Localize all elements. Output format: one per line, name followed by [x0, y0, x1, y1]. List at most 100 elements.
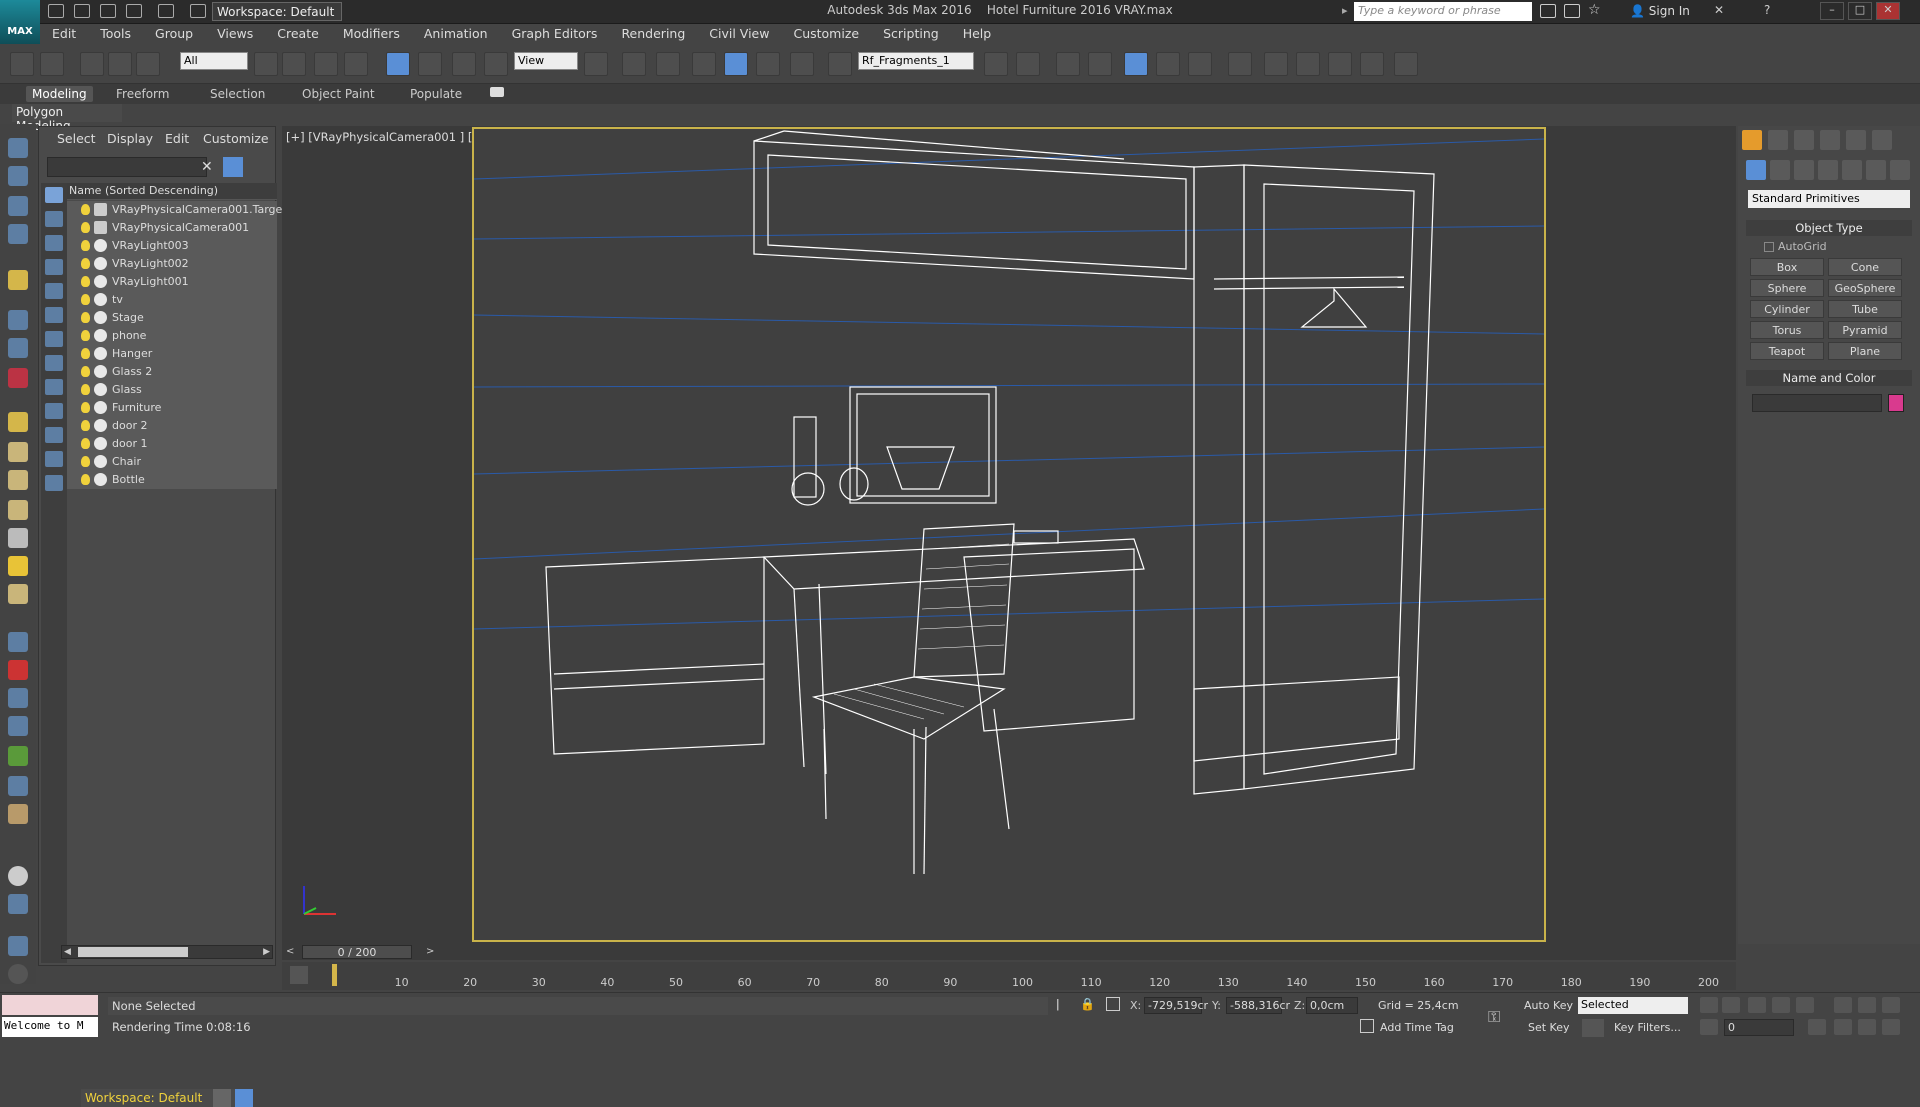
- scene-explorer-toggle-icon[interactable]: [235, 1089, 253, 1107]
- new-file-icon[interactable]: [48, 4, 64, 18]
- ribbon-panel-polygon-modeling[interactable]: Polygon Modeling: [12, 104, 122, 133]
- minimize-button[interactable]: –: [1820, 2, 1844, 20]
- ribbon-options-icon[interactable]: [490, 87, 504, 97]
- key-filters-button[interactable]: Key Filters...: [1614, 1021, 1681, 1034]
- hair-icon[interactable]: [8, 776, 28, 796]
- explorer-menu-edit[interactable]: Edit: [165, 131, 189, 146]
- display-spacewarps-icon[interactable]: [45, 331, 63, 347]
- system-icon[interactable]: [8, 368, 28, 388]
- next-frame-icon[interactable]: >: [426, 946, 434, 957]
- isolate-icon[interactable]: ǀ: [1056, 997, 1060, 1011]
- lock-selection-icon[interactable]: 🔒: [1080, 997, 1095, 1011]
- display-lights-icon[interactable]: [45, 259, 63, 275]
- render-iterative-icon[interactable]: [1360, 52, 1384, 76]
- prev-frame-icon[interactable]: <: [286, 946, 294, 957]
- z-coordinate-field[interactable]: 0,0cm: [1306, 997, 1358, 1014]
- sphere-primitive-icon[interactable]: [8, 866, 28, 886]
- explorer-row[interactable]: VRayLight002: [67, 255, 277, 273]
- explorer-row[interactable]: Glass 2: [67, 363, 277, 381]
- y-coordinate-field[interactable]: -588,316cr: [1226, 997, 1290, 1014]
- explorer-row[interactable]: tv: [67, 291, 277, 309]
- rendered-frame-icon[interactable]: [1296, 52, 1320, 76]
- explorer-row[interactable]: VRayPhysicalCamera001: [67, 219, 277, 237]
- scene-explorer-icon[interactable]: [1124, 52, 1148, 76]
- search-input[interactable]: Type a keyword or phrase: [1354, 2, 1532, 21]
- menu-scripting[interactable]: Scripting: [871, 24, 951, 43]
- ref-coord-select[interactable]: View: [514, 52, 578, 70]
- visibility-bulb-icon[interactable]: [81, 366, 90, 377]
- auto-key-button[interactable]: Auto Key: [1524, 999, 1573, 1012]
- snaps-toggle-icon[interactable]: [692, 52, 716, 76]
- visibility-bulb-icon[interactable]: [81, 294, 90, 305]
- shapes-icon[interactable]: [1770, 160, 1790, 180]
- explorer-row[interactable]: Bottle: [67, 471, 277, 489]
- set-key-button[interactable]: Set Key: [1528, 1021, 1570, 1034]
- scale-icon[interactable]: [452, 52, 476, 76]
- teapot-button[interactable]: Teapot: [1750, 342, 1824, 360]
- explorer-menu-customize[interactable]: Customize: [203, 131, 269, 146]
- display-geometry-icon[interactable]: [45, 211, 63, 227]
- time-slider-handle[interactable]: 0 / 200: [302, 945, 412, 959]
- time-config-icon[interactable]: [1808, 1019, 1826, 1035]
- select-manipulate-icon[interactable]: [622, 52, 646, 76]
- light-icon[interactable]: [8, 270, 28, 290]
- explorer-column-header[interactable]: Name (Sorted Descending): [67, 183, 277, 200]
- geometry-icon[interactable]: [1746, 160, 1766, 180]
- autogrid-checkbox[interactable]: [1764, 242, 1774, 252]
- angle-snap-icon[interactable]: [724, 52, 748, 76]
- pivot-center-icon[interactable]: [584, 52, 608, 76]
- cone-icon[interactable]: [8, 528, 28, 548]
- ribbon-tab-object-paint[interactable]: Object Paint: [296, 86, 381, 102]
- orbit-icon[interactable]: [1882, 997, 1900, 1013]
- teapot-icon[interactable]: [8, 500, 28, 520]
- modify-tab-icon[interactable]: [1768, 130, 1788, 150]
- plane-button[interactable]: Plane: [1828, 342, 1902, 360]
- systems-icon[interactable]: [1890, 160, 1910, 180]
- explorer-row[interactable]: Furniture: [67, 399, 277, 417]
- explorer-row[interactable]: VRayLight003: [67, 237, 277, 255]
- sign-in-button[interactable]: 👤 Sign In: [1630, 4, 1690, 18]
- maxscript-output[interactable]: Welcome to M: [2, 1017, 98, 1037]
- layer-icon[interactable]: [8, 196, 28, 216]
- select-by-name-icon[interactable]: [282, 52, 306, 76]
- prev-key-icon[interactable]: [1722, 997, 1740, 1013]
- fov-icon[interactable]: [1834, 1019, 1852, 1035]
- select-object-icon[interactable]: [254, 52, 278, 76]
- align-icon[interactable]: [1016, 52, 1040, 76]
- next-key-icon[interactable]: [1772, 997, 1790, 1013]
- name-and-color-rollout[interactable]: Name and Color: [1746, 370, 1912, 386]
- help-icon[interactable]: ?: [1764, 3, 1770, 17]
- named-selection-select[interactable]: Rf_Fragments_1: [858, 52, 974, 70]
- display-frozen-icon[interactable]: [45, 451, 63, 467]
- helper-icon[interactable]: [8, 310, 28, 330]
- redo-icon[interactable]: [158, 4, 174, 18]
- sun-icon[interactable]: [8, 556, 28, 576]
- plane-icon[interactable]: [8, 412, 28, 432]
- object-name-input[interactable]: [1752, 394, 1882, 412]
- torus-button[interactable]: Torus: [1750, 321, 1824, 339]
- explorer-row[interactable]: Glass: [67, 381, 277, 399]
- workspace-select[interactable]: Workspace: Default: [212, 2, 342, 21]
- cameras-icon[interactable]: [1818, 160, 1838, 180]
- open-file-icon[interactable]: [74, 4, 90, 18]
- display-containers-icon[interactable]: [45, 427, 63, 443]
- rect-selection-icon[interactable]: [314, 52, 338, 76]
- explorer-search-input[interactable]: [47, 157, 207, 177]
- scrollbar-thumb[interactable]: [78, 947, 188, 957]
- scroll-right-icon[interactable]: ▶: [263, 947, 270, 957]
- display-icon[interactable]: [8, 166, 28, 186]
- pyramid-button[interactable]: Pyramid: [1828, 321, 1902, 339]
- keyboard-shortcut-icon[interactable]: [656, 52, 680, 76]
- link-icon[interactable]: [80, 52, 104, 76]
- cone-button[interactable]: Cone: [1828, 258, 1902, 276]
- x-coordinate-field[interactable]: -729,519cr: [1144, 997, 1208, 1014]
- ribbon-tab-selection[interactable]: Selection: [204, 86, 271, 102]
- add-time-tag-checkbox[interactable]: [1360, 1019, 1374, 1033]
- spacewarps-icon[interactable]: [1866, 160, 1886, 180]
- maximize-viewport-icon[interactable]: [1882, 1019, 1900, 1035]
- move-icon[interactable]: [386, 52, 410, 76]
- key-curve-icon[interactable]: [1582, 1019, 1604, 1037]
- explorer-row[interactable]: VRayLight001: [67, 273, 277, 291]
- sphere-icon[interactable]: [8, 442, 28, 462]
- percent-snap-icon[interactable]: [756, 52, 780, 76]
